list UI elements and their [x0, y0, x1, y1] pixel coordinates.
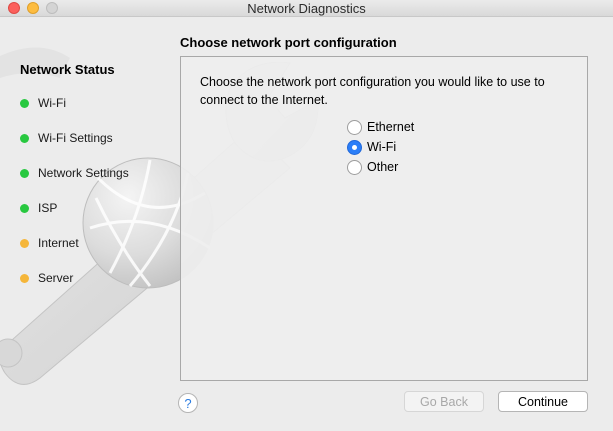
status-ok-dot-icon: [20, 134, 29, 143]
status-item-wifi-settings: Wi-Fi Settings: [20, 130, 113, 146]
radio-label[interactable]: Other: [367, 160, 398, 174]
window-title: Network Diagnostics: [0, 1, 613, 16]
port-configuration-radio-group: Ethernet Wi-Fi Other: [347, 117, 414, 177]
network-diagnostics-window: Network Diagnostics: [0, 0, 613, 431]
radio-button[interactable]: [347, 160, 362, 175]
status-item-internet: Internet: [20, 235, 79, 251]
radio-button-selected[interactable]: [347, 140, 362, 155]
page-title: Choose network port configuration: [180, 35, 397, 50]
status-label: Internet: [38, 236, 79, 250]
status-item-server: Server: [20, 270, 73, 286]
status-item-network-settings: Network Settings: [20, 165, 129, 181]
status-item-isp: ISP: [20, 200, 57, 216]
status-label: Wi-Fi Settings: [38, 131, 113, 145]
radio-option-wifi[interactable]: Wi-Fi: [347, 137, 414, 157]
continue-button[interactable]: Continue: [498, 391, 588, 412]
status-warning-dot-icon: [20, 274, 29, 283]
radio-label[interactable]: Wi-Fi: [367, 140, 396, 154]
radio-label[interactable]: Ethernet: [367, 120, 414, 134]
status-label: Wi-Fi: [38, 96, 66, 110]
status-label: ISP: [38, 201, 57, 215]
status-warning-dot-icon: [20, 239, 29, 248]
radio-option-ethernet[interactable]: Ethernet: [347, 117, 414, 137]
title-bar: Network Diagnostics: [0, 0, 613, 17]
status-label: Server: [38, 271, 73, 285]
help-button[interactable]: ?: [178, 393, 198, 413]
radio-option-other[interactable]: Other: [347, 157, 414, 177]
status-label: Network Settings: [38, 166, 129, 180]
go-back-button[interactable]: Go Back: [404, 391, 484, 412]
content-panel: Choose the network port configuration yo…: [180, 56, 588, 381]
status-ok-dot-icon: [20, 204, 29, 213]
status-ok-dot-icon: [20, 99, 29, 108]
status-item-wifi: Wi-Fi: [20, 95, 66, 111]
question-mark-icon: ?: [184, 396, 191, 411]
radio-button[interactable]: [347, 120, 362, 135]
prompt-text: Choose the network port configuration yo…: [200, 73, 580, 109]
status-ok-dot-icon: [20, 169, 29, 178]
sidebar-title: Network Status: [20, 62, 115, 77]
sidebar: Network Status Wi-Fi Wi-Fi Settings Netw…: [0, 18, 175, 431]
